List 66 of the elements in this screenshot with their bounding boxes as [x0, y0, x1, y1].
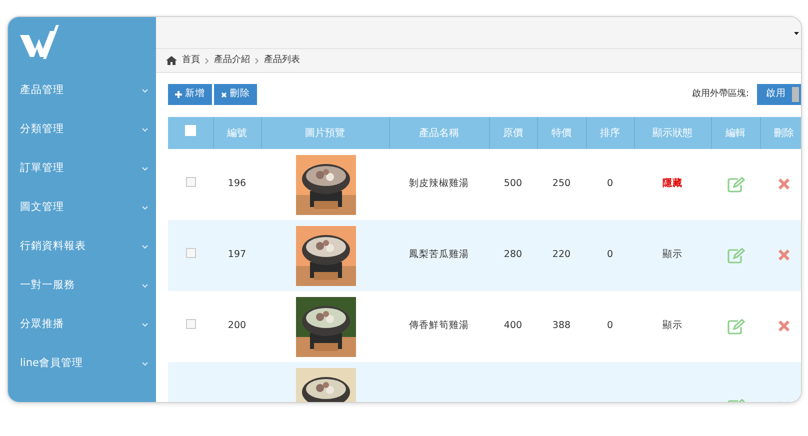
breadcrumb-link[interactable]: 首頁	[182, 54, 200, 68]
takeout-label: 啟用外帶區塊:	[692, 88, 749, 101]
breadcrumb-link[interactable]: 產品列表	[264, 54, 300, 68]
table-cell: 220	[552, 249, 571, 260]
delete-icon[interactable]	[778, 320, 790, 332]
breadcrumb-link[interactable]: 產品介紹	[214, 54, 250, 68]
sidebar-item[interactable]: 分眾推播	[8, 305, 156, 344]
sidebar-item[interactable]: line會員管理	[8, 344, 156, 383]
chevron-icon	[142, 166, 148, 170]
status-text: 顯示	[662, 320, 682, 332]
column-header: 編輯	[726, 128, 746, 138]
table-cell: 196	[228, 178, 246, 190]
column-header: 產品名稱	[419, 128, 459, 138]
table-cell: 388	[552, 320, 571, 332]
plus-icon	[175, 91, 182, 98]
row-checkbox[interactable]	[186, 176, 196, 187]
table-cell: 0	[606, 249, 614, 260]
column-header: 原價	[503, 128, 523, 138]
chevron-icon	[205, 58, 209, 64]
sidebar-item[interactable]: 行銷資料報表	[8, 227, 156, 266]
chevron-icon	[142, 244, 148, 248]
caret-icon[interactable]	[794, 32, 799, 35]
table-cell: 0	[606, 178, 614, 190]
column-header: 編號	[227, 128, 247, 138]
delete-button[interactable]: 刪除	[214, 84, 257, 105]
row-checkbox[interactable]	[186, 318, 196, 329]
row-checkbox[interactable]	[186, 248, 196, 258]
edit-icon[interactable]	[726, 248, 744, 264]
column-header: 圖片預覽	[305, 128, 345, 138]
table-cell: 197	[228, 249, 246, 260]
table-cell: 500	[504, 178, 522, 190]
chevron-icon	[142, 128, 148, 132]
delete-icon[interactable]	[778, 178, 790, 190]
sidebar-item[interactable]: 圖文管理	[8, 188, 156, 227]
select-all-checkbox[interactable]	[184, 125, 196, 136]
table-cell: 0	[606, 320, 614, 332]
sidebar-item[interactable]: 產品管理	[8, 71, 156, 110]
status-text: 隱藏	[662, 178, 682, 190]
table-cell: 鳳梨苦瓜雞湯	[409, 249, 469, 260]
table-cell: 傳香鮮筍雞湯	[409, 320, 469, 332]
edit-icon[interactable]	[726, 318, 744, 334]
sidebar-item[interactable]: 一對一服務	[8, 266, 156, 305]
table-cell: 280	[504, 249, 522, 260]
column-header: 顯示狀態	[652, 128, 692, 138]
close-icon	[221, 92, 227, 98]
column-header: 刪除	[774, 128, 794, 138]
table-cell: 250	[552, 178, 571, 190]
chevron-icon	[142, 322, 148, 326]
table-cell: 400	[504, 320, 522, 332]
add-button[interactable]: 新增	[168, 84, 212, 105]
home-icon	[166, 56, 177, 65]
chevron-icon	[142, 284, 148, 288]
table-cell: 200	[228, 320, 246, 332]
edit-icon[interactable]	[726, 176, 744, 192]
table-cell: 剝皮辣椒雞湯	[409, 178, 469, 190]
chevron-icon	[142, 88, 148, 92]
chevron-icon	[142, 206, 148, 210]
chevron-icon	[255, 58, 259, 64]
sidebar-item[interactable]: 分類管理	[8, 110, 156, 149]
delete-icon[interactable]	[778, 248, 790, 261]
toggle-switch[interactable]: 啟用	[757, 84, 801, 105]
chevron-icon	[142, 362, 148, 366]
status-text: 顯示	[662, 249, 682, 260]
sidebar-item[interactable]: 訂單管理	[8, 149, 156, 188]
column-header: 特價	[552, 128, 572, 138]
column-header: 排序	[600, 128, 620, 138]
